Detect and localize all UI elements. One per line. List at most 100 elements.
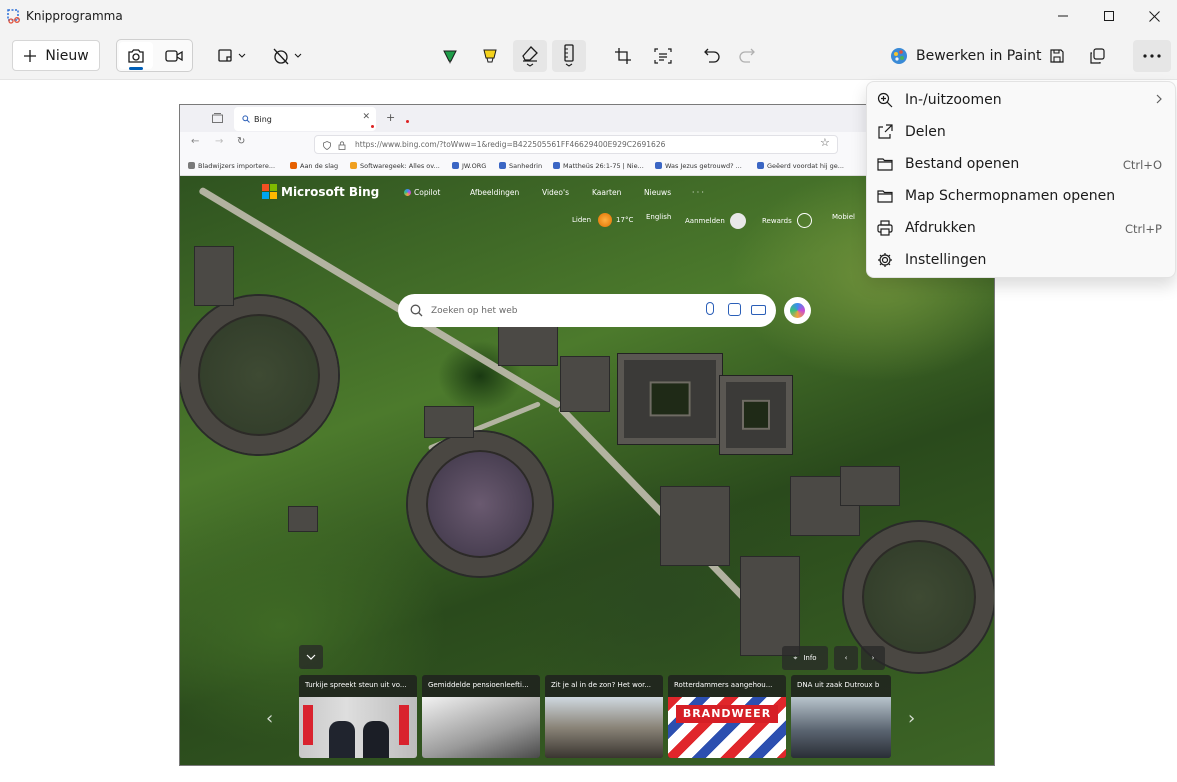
news-card: Zit je al in de zon? Het wor... — [545, 675, 663, 758]
image-info-button: ⌖ Info — [782, 646, 828, 670]
news-card: DNA uit zaak Dutroux b — [791, 675, 891, 758]
maximize-button[interactable] — [1086, 0, 1132, 32]
more-options-button[interactable] — [1133, 40, 1171, 72]
copilot-icon — [404, 189, 411, 196]
save-icon — [1050, 49, 1064, 63]
bookmark-item: Softwaregeek: Alles ov... — [350, 162, 440, 170]
ballpoint-pen-button[interactable] — [434, 40, 466, 72]
bookmark-item: Geëerd voordat hij ge... — [757, 162, 844, 170]
location-pin-icon: ⌖ — [793, 653, 798, 662]
snipping-tool-app-icon — [7, 9, 20, 24]
eraser-icon — [522, 46, 538, 67]
bing-nav-images: Afbeeldingen — [470, 188, 520, 197]
building — [194, 246, 234, 306]
chevron-down-icon — [306, 654, 316, 660]
save-button[interactable] — [1041, 40, 1073, 72]
carousel-right-arrow: › — [908, 708, 916, 729]
flag — [399, 705, 409, 745]
close-button[interactable] — [1131, 0, 1177, 32]
news-banner: BRANDWEER — [676, 705, 778, 723]
microphone-icon — [706, 302, 714, 315]
building — [660, 486, 730, 566]
bing-logo: Microsoft Bing — [262, 184, 379, 199]
building — [840, 466, 900, 506]
video-mode-button[interactable] — [157, 42, 191, 69]
highlighter-icon — [483, 49, 497, 63]
menu-item-label: Delen — [905, 124, 946, 140]
previous-image-button: ‹ — [834, 646, 858, 670]
ruler-icon — [564, 44, 574, 67]
capture-mode-toggle — [116, 39, 193, 72]
redo-button[interactable] — [731, 40, 763, 72]
new-button[interactable]: Nieuw — [12, 40, 100, 71]
news-title: Turkije spreekt steun uit vo... — [305, 681, 407, 689]
next-image-button: › — [861, 646, 885, 670]
forward-icon: → — [215, 136, 224, 147]
highlighter-button[interactable] — [474, 40, 506, 72]
video-camera-icon — [165, 49, 183, 62]
bing-search-box: Zoeken op het web — [398, 294, 776, 327]
more-options-menu: In-/uitzoomen Delen Bestand openen Ctrl+… — [866, 81, 1176, 278]
folder-icon — [877, 158, 893, 171]
copilot-icon — [790, 303, 805, 318]
menu-item-label: Instellingen — [905, 252, 987, 268]
snip-mode-dropdown[interactable] — [214, 40, 250, 72]
menu-item-shortcut: Ctrl+P — [1124, 222, 1162, 236]
keyboard-icon — [751, 305, 766, 315]
menu-item-share[interactable]: Delen — [867, 116, 1175, 148]
menu-item-open-file[interactable]: Bestand openen Ctrl+O — [867, 148, 1175, 180]
text-actions-button[interactable] — [647, 40, 679, 72]
news-card: Rotterdammers aangehou... BRANDWEER — [668, 675, 786, 758]
carousel-left-arrow: ‹ — [266, 708, 274, 729]
tulou-roundhouse — [408, 432, 552, 576]
bing-nav-more: · · · — [692, 188, 704, 197]
back-icon: ← — [191, 136, 200, 147]
bookmark-item: Aan de slag — [290, 162, 338, 170]
language-link: English — [646, 213, 672, 221]
menu-item-settings[interactable]: Instellingen — [867, 244, 1175, 276]
news-image — [791, 697, 891, 758]
title-bar: Knipprogramma — [0, 0, 1177, 32]
news-title: DNA uit zaak Dutroux b — [797, 681, 880, 689]
printer-icon — [877, 220, 893, 236]
news-image: BRANDWEER — [668, 697, 786, 758]
app-title: Knipprogramma — [26, 9, 123, 23]
bookmark-item: Bladwijzers importere... — [188, 162, 275, 170]
building — [424, 406, 474, 438]
reload-icon: ↻ — [237, 136, 246, 147]
menu-item-open-screenshots-folder[interactable]: Map Schermopnamen openen — [867, 180, 1175, 212]
chevron-right-icon — [1156, 94, 1162, 104]
temperature-label: 17°C — [616, 216, 634, 224]
crop-icon — [615, 48, 631, 64]
news-card: Gemiddelde pensioenleefti... — [422, 675, 540, 758]
tab-title: Bing — [254, 114, 272, 124]
undo-button[interactable] — [696, 40, 728, 72]
new-tab-icon: + — [386, 111, 396, 124]
news-card: Turkije spreekt steun uit vo... — [299, 675, 417, 758]
rewards-icon — [796, 213, 812, 228]
plus-icon — [24, 49, 37, 62]
menu-item-zoom[interactable]: In-/uitzoomen — [867, 84, 1175, 116]
eraser-button[interactable] — [513, 40, 547, 72]
screenshot-mode-button[interactable] — [119, 42, 153, 70]
red-dot — [371, 125, 374, 128]
bookmark-item: Sanhedrin — [499, 162, 542, 170]
delay-timer-dropdown[interactable] — [268, 40, 306, 72]
crop-button[interactable] — [607, 40, 639, 72]
rectangle-snip-icon — [218, 49, 246, 62]
minimize-button[interactable] — [1040, 0, 1086, 32]
building — [740, 556, 800, 656]
bookmark-item: Was Jezus getrouwd? ... — [655, 162, 742, 170]
bookmark-item: JW.ORG — [452, 162, 486, 170]
search-placeholder: Zoeken op het web — [431, 305, 518, 316]
ruler-button[interactable] — [552, 40, 586, 72]
bing-nav-maps: Kaarten — [592, 188, 622, 197]
menu-item-print[interactable]: Afdrukken Ctrl+P — [867, 212, 1175, 244]
scroll-down-button — [299, 645, 323, 669]
edit-in-paint-button[interactable]: Bewerken in Paint — [884, 40, 1047, 72]
copy-button[interactable] — [1081, 40, 1113, 72]
weather-widget: Liden 17°C — [572, 213, 633, 227]
paint-icon — [891, 48, 907, 64]
menu-item-label: In-/uitzoomen — [905, 92, 1002, 108]
browser-tab: Bing ✕ — [234, 107, 376, 131]
